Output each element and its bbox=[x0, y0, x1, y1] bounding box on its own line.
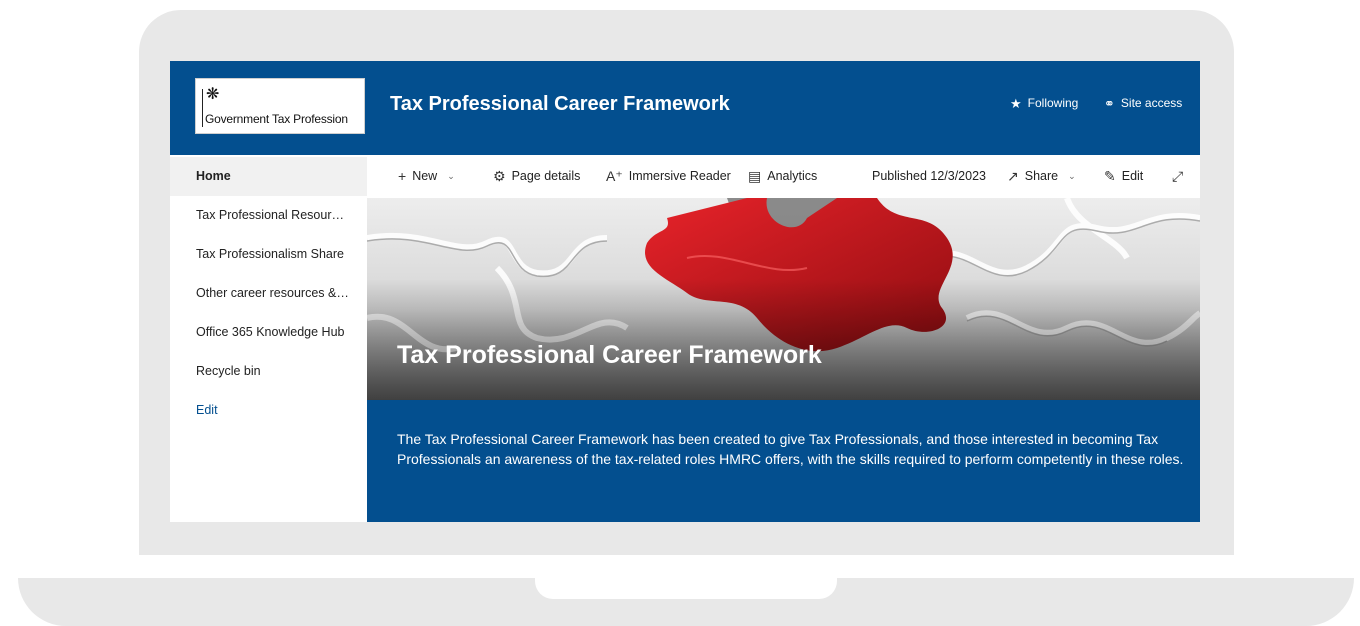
following-button[interactable]: ★ Following bbox=[1010, 96, 1078, 110]
expand-icon: ⤢ bbox=[1172, 168, 1184, 184]
share-label: Share bbox=[1024, 169, 1059, 183]
share-icon: ↗ bbox=[1007, 168, 1019, 184]
nav-edit-link[interactable]: Edit bbox=[170, 391, 367, 430]
site-access-button[interactable]: ⚭ Site access bbox=[1104, 96, 1182, 110]
nav-item-tax-professional-resources[interactable]: Tax Professional Resources bbox=[170, 196, 367, 235]
new-button[interactable]: + New ⌄ bbox=[398, 155, 455, 198]
edit-button[interactable]: ✎ Edit bbox=[1104, 155, 1143, 198]
analytics-icon: ▤ bbox=[748, 168, 762, 184]
crest-icon: ❋ bbox=[206, 86, 220, 103]
plus-icon: + bbox=[398, 168, 407, 184]
site-logo[interactable]: ❋ Government Tax Profession bbox=[195, 78, 365, 134]
page-details-button[interactable]: ⚙ Page details bbox=[493, 155, 580, 198]
edit-label: Edit bbox=[1121, 169, 1144, 183]
logo-text: Government Tax Profession bbox=[205, 112, 348, 126]
analytics-label: Analytics bbox=[767, 169, 818, 183]
browser-screen: ❋ Government Tax Profession Tax Professi… bbox=[170, 61, 1200, 522]
nav-item-home[interactable]: Home bbox=[170, 157, 367, 196]
pencil-icon: ✎ bbox=[1104, 168, 1116, 184]
immersive-reader-icon: A⁺ bbox=[606, 168, 623, 184]
hero-banner: Tax Professional Career Framework bbox=[367, 198, 1200, 400]
nav-item-tax-professionalism-share[interactable]: Tax Professionalism Share bbox=[170, 235, 367, 274]
description-text: The Tax Professional Career Framework ha… bbox=[397, 431, 1184, 467]
immersive-reader-label: Immersive Reader bbox=[628, 169, 731, 183]
chevron-down-icon: ⌄ bbox=[1068, 171, 1076, 181]
published-status: Published 12/3/2023 bbox=[872, 155, 986, 198]
published-label: Published 12/3/2023 bbox=[872, 169, 986, 183]
page-details-label: Page details bbox=[511, 169, 581, 183]
left-navigation: Home Tax Professional Resources Tax Prof… bbox=[170, 155, 367, 522]
nav-item-office-365-knowledge-hub[interactable]: Office 365 Knowledge Hub bbox=[170, 313, 367, 352]
site-header: ❋ Government Tax Profession Tax Professi… bbox=[170, 61, 1200, 155]
nav-item-recycle-bin[interactable]: Recycle bin bbox=[170, 352, 367, 391]
following-label: Following bbox=[1027, 96, 1079, 110]
logo-divider bbox=[202, 89, 203, 127]
star-icon: ★ bbox=[1010, 95, 1022, 111]
laptop-notch bbox=[535, 578, 837, 599]
immersive-reader-button[interactable]: A⁺ Immersive Reader bbox=[606, 155, 731, 198]
share-button[interactable]: ↗ Share ⌄ bbox=[1007, 155, 1076, 198]
gear-icon: ⚙ bbox=[493, 168, 506, 184]
expand-button[interactable]: ⤢ bbox=[1172, 155, 1183, 198]
hero-title: Tax Professional Career Framework bbox=[397, 341, 822, 369]
new-label: New bbox=[412, 169, 438, 183]
nav-item-other-career-resources[interactable]: Other career resources & links bbox=[170, 274, 367, 313]
analytics-button[interactable]: ▤ Analytics bbox=[748, 155, 817, 198]
chevron-down-icon: ⌄ bbox=[447, 171, 455, 181]
description-section: The Tax Professional Career Framework ha… bbox=[367, 400, 1200, 522]
site-access-label: Site access bbox=[1120, 96, 1183, 110]
command-bar: + New ⌄ ⚙ Page details A⁺ Immersive Read… bbox=[367, 155, 1200, 198]
site-title[interactable]: Tax Professional Career Framework bbox=[390, 93, 730, 116]
people-icon: ⚭ bbox=[1104, 95, 1115, 111]
